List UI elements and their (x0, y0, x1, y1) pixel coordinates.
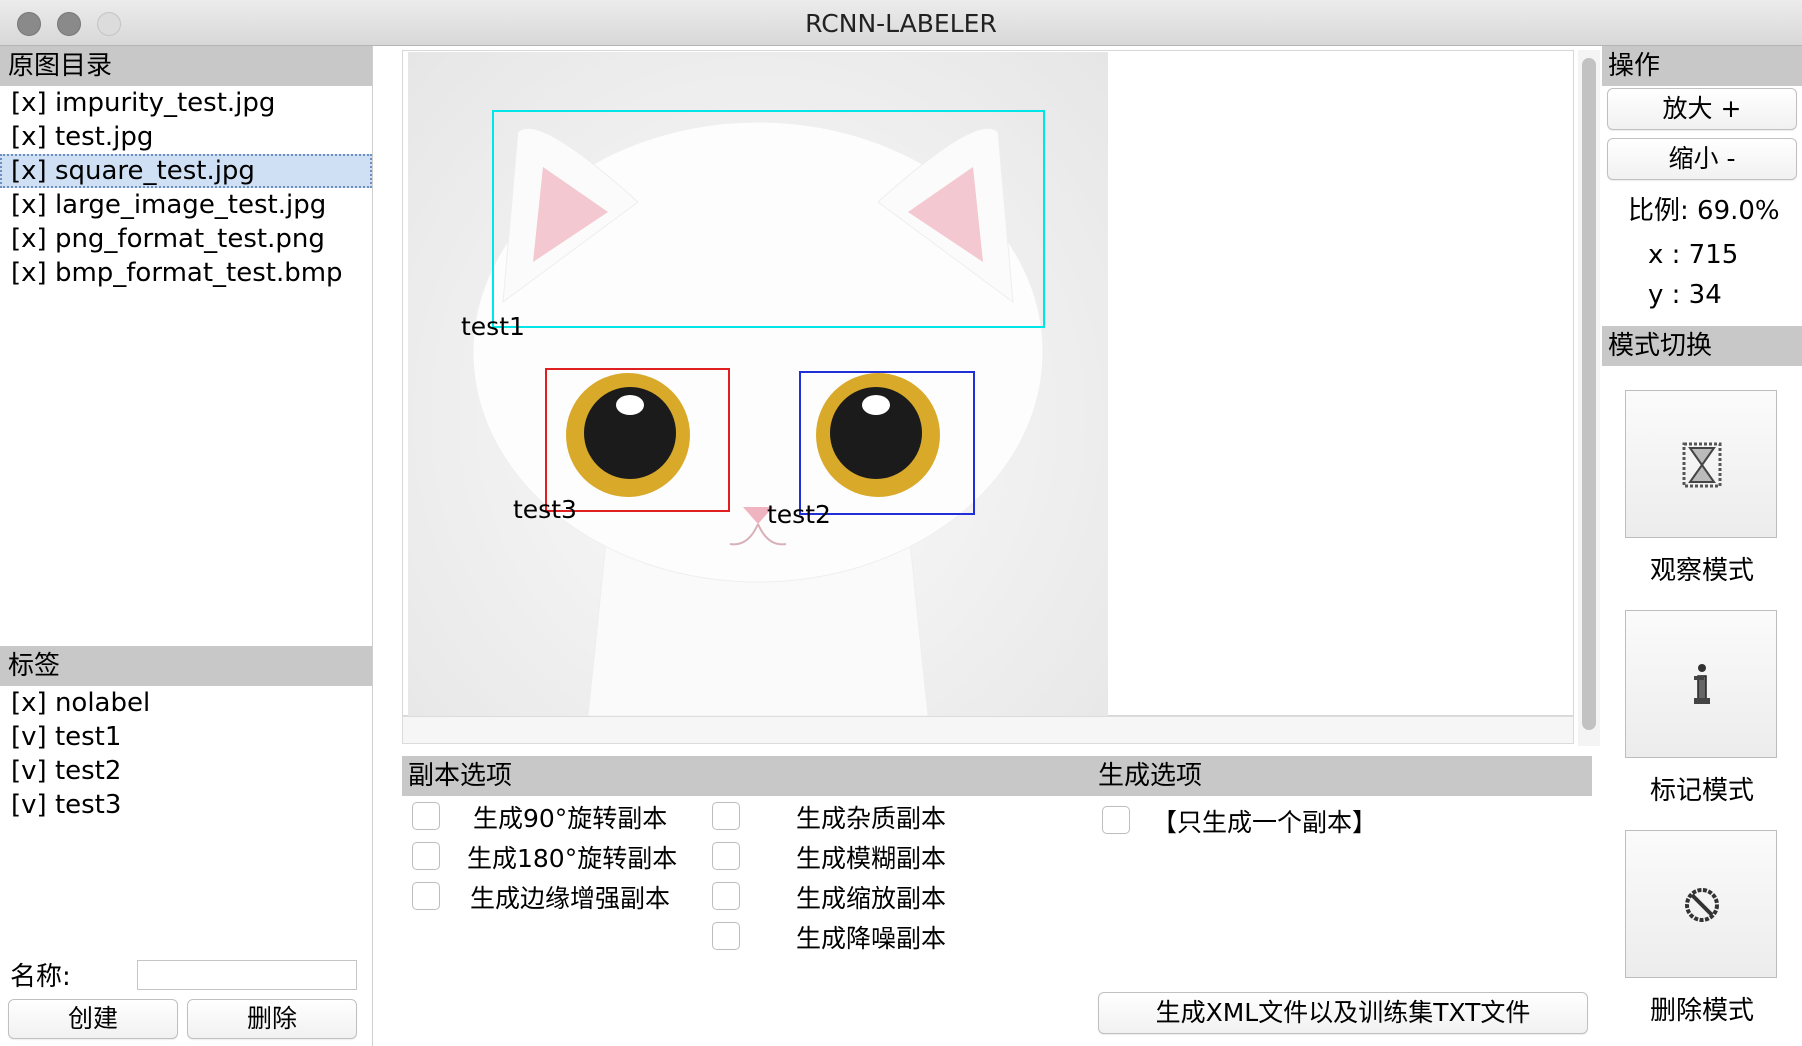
generate-options-header: 生成选项 (1092, 756, 1592, 796)
checkbox-rotate90[interactable] (412, 802, 440, 830)
generate-xml-button[interactable]: 生成XML文件以及训练集TXT文件 (1098, 992, 1588, 1034)
option-label-rotate90[interactable]: 生成90°旋转副本 (473, 799, 667, 835)
hourglass-icon (1626, 391, 1778, 539)
checkbox-rotate180[interactable] (412, 842, 440, 870)
file-item[interactable]: [x] test.jpg (0, 120, 372, 154)
y-coordinate: y : 34 (1648, 280, 1722, 310)
delete-mode-button[interactable] (1625, 830, 1777, 978)
option-label-impurity[interactable]: 生成杂质副本 (796, 799, 946, 835)
mark-mode-label: 标记模式 (1649, 776, 1754, 806)
file-item-selected[interactable]: [x] square_test.jpg (0, 154, 372, 188)
option-label-denoise[interactable]: 生成降噪副本 (796, 919, 946, 955)
bbox-test3[interactable] (545, 368, 730, 512)
file-list: [x] impurity_test.jpg [x] test.jpg [x] s… (0, 86, 372, 646)
vertical-scrollbar-thumb[interactable] (1582, 58, 1596, 730)
checkbox-blur[interactable] (712, 842, 740, 870)
option-label-scale[interactable]: 生成缩放副本 (796, 879, 946, 915)
bbox-test1[interactable] (492, 110, 1045, 328)
bbox-label-test1: test1 (461, 312, 525, 341)
option-label-single-copy[interactable]: 【只生成一个副本】 (1152, 803, 1377, 839)
create-button[interactable]: 创建 (8, 999, 178, 1039)
files-header: 原图目录 (0, 46, 372, 86)
left-panel: 原图目录 [x] impurity_test.jpg [x] test.jpg … (0, 46, 373, 1046)
bbox-test2[interactable] (799, 371, 975, 515)
label-item[interactable]: [v] test3 (0, 788, 372, 822)
label-item[interactable]: [v] test1 (0, 720, 372, 754)
labels-header: 标签 (0, 646, 372, 686)
mode-switch-header: 模式切换 (1602, 326, 1802, 366)
label-item[interactable]: [x] nolabel (0, 686, 372, 720)
title-bar: RCNN-LABELER (0, 0, 1802, 46)
x-coordinate: x : 715 (1648, 240, 1739, 270)
option-label-blur[interactable]: 生成模糊副本 (796, 839, 946, 875)
bbox-label-test3: test3 (513, 495, 577, 524)
observe-mode-label: 观察模式 (1649, 556, 1754, 586)
file-item[interactable]: [x] bmp_format_test.bmp (0, 256, 372, 290)
horizontal-scrollbar[interactable] (402, 716, 1574, 744)
operations-header: 操作 (1602, 46, 1802, 86)
zoom-out-button[interactable]: 缩小 - (1607, 138, 1797, 180)
forbidden-icon (1626, 831, 1778, 979)
name-label: 名称: (10, 962, 71, 992)
label-item[interactable]: [v] test2 (0, 754, 372, 788)
window-title: RCNN-LABELER (805, 9, 997, 38)
file-item[interactable]: [x] large_image_test.jpg (0, 188, 372, 222)
delete-button[interactable]: 删除 (187, 999, 357, 1039)
checkbox-impurity[interactable] (712, 802, 740, 830)
zoom-in-button[interactable]: 放大 + (1607, 88, 1797, 130)
checkbox-single-copy[interactable] (1102, 806, 1130, 834)
file-item[interactable]: [x] png_format_test.png (0, 222, 372, 256)
ibeam-icon (1626, 611, 1778, 759)
checkbox-denoise[interactable] (712, 922, 740, 950)
copy-options-header: 副本选项 (402, 756, 1092, 796)
scale-readout: 比例: 69.0% (1628, 196, 1780, 226)
name-input[interactable] (137, 960, 357, 990)
file-item[interactable]: [x] impurity_test.jpg (0, 86, 372, 120)
checkbox-edge-enhance[interactable] (412, 882, 440, 910)
option-label-edge-enhance[interactable]: 生成边缘增强副本 (470, 879, 670, 915)
checkbox-scale[interactable] (712, 882, 740, 910)
observe-mode-button[interactable] (1625, 390, 1777, 538)
delete-mode-label: 删除模式 (1649, 996, 1754, 1026)
bbox-label-test2: test2 (767, 500, 831, 529)
mark-mode-button[interactable] (1625, 610, 1777, 758)
label-list: [x] nolabel [v] test1 [v] test2 [v] test… (0, 686, 372, 822)
option-label-rotate180[interactable]: 生成180°旋转副本 (467, 839, 677, 875)
